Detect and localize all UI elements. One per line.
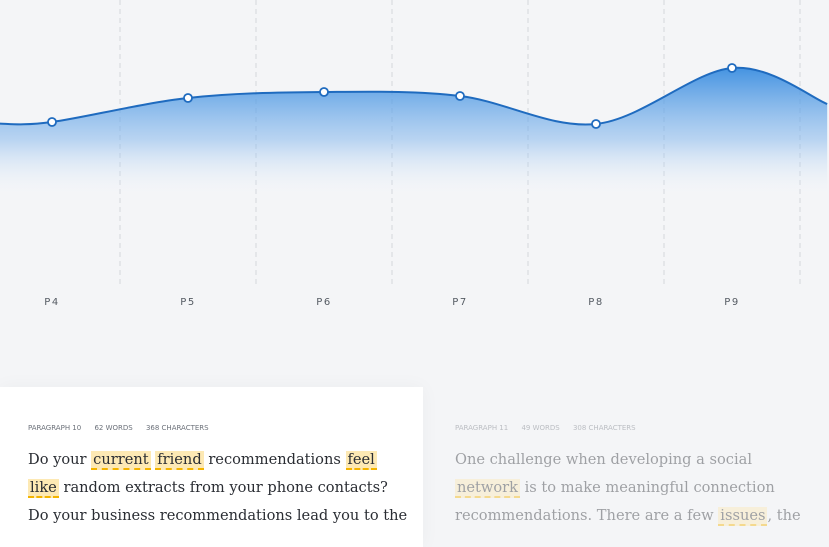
text-run: , the (767, 507, 801, 524)
data-point-p9[interactable] (727, 63, 737, 73)
highlighted-word[interactable]: feel (345, 451, 377, 470)
paragraph-text: One challenge when developing a social n… (455, 446, 815, 530)
paragraph-chart: P4 P5 P6 P7 P8 P9 (0, 0, 828, 308)
highlighted-word[interactable]: friend (155, 451, 204, 470)
data-point-p4[interactable] (47, 117, 57, 127)
word-count: 49 WORDS (521, 424, 560, 432)
x-tick-label[interactable]: P9 (724, 297, 739, 308)
word-count: 62 WORDS (94, 424, 133, 432)
x-tick-label[interactable]: P6 (316, 297, 331, 308)
paragraph-number: PARAGRAPH 10 (28, 424, 82, 432)
character-count: 308 CHARACTERS (572, 424, 636, 432)
paragraph-card-11[interactable]: PARAGRAPH 11 49 WORDS 308 CHARACTERS One… (427, 387, 829, 547)
text-run: recommendations (203, 451, 346, 468)
character-count: 368 CHARACTERS (145, 424, 209, 432)
data-point-p7[interactable] (455, 91, 465, 101)
text-run: One challenge when developing a social (455, 451, 752, 468)
x-tick-label[interactable]: P5 (180, 297, 195, 308)
paragraph-card-10[interactable]: PARAGRAPH 10 62 WORDS 368 CHARACTERS Do … (0, 387, 423, 547)
data-point-p8[interactable] (591, 119, 601, 129)
data-point-p5[interactable] (183, 93, 193, 103)
x-tick-label[interactable]: P4 (44, 297, 59, 308)
highlighted-word[interactable]: issues (718, 507, 768, 526)
paragraph-meta: PARAGRAPH 11 49 WORDS 308 CHARACTERS (455, 424, 647, 432)
x-tick-label[interactable]: P8 (588, 297, 603, 308)
highlighted-word[interactable]: current (91, 451, 151, 470)
text-run: Do your (28, 451, 92, 468)
data-point-p6[interactable] (319, 87, 329, 97)
highlighted-word[interactable]: like (28, 479, 59, 498)
paragraph-meta: PARAGRAPH 10 62 WORDS 368 CHARACTERS (28, 424, 220, 432)
paragraph-text: Do your current friend recommendations f… (28, 446, 409, 530)
text-run: random extracts from your phone contacts… (28, 479, 408, 524)
highlighted-word[interactable]: network (455, 479, 520, 498)
paragraph-number: PARAGRAPH 11 (455, 424, 509, 432)
x-tick-label[interactable]: P7 (452, 297, 467, 308)
chart-area-fill (0, 67, 828, 200)
